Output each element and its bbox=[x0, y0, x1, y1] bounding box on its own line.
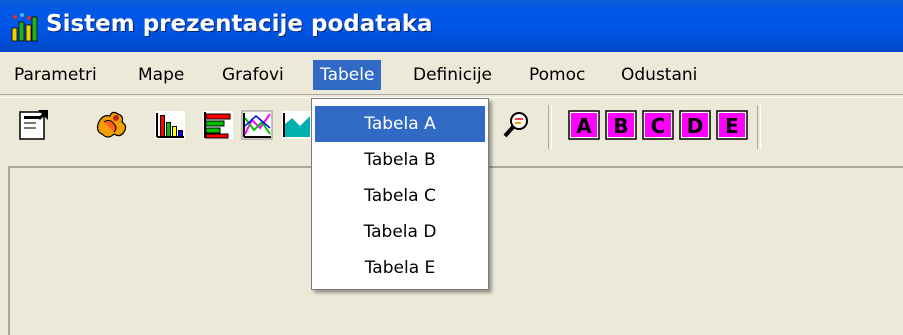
toolbar-divider bbox=[548, 105, 552, 149]
menu-item-tabela-b[interactable]: Tabela B bbox=[315, 142, 485, 178]
table-d-icon: D bbox=[679, 110, 711, 140]
table-e-icon: E bbox=[716, 110, 748, 140]
svg-text:D: D bbox=[687, 114, 704, 138]
table-c-button[interactable]: C bbox=[639, 106, 677, 144]
puzzle-icon bbox=[96, 111, 127, 138]
magnifier-icon bbox=[503, 112, 528, 138]
menu-grafovi[interactable]: Grafovi bbox=[215, 60, 291, 90]
menu-item-tabela-d[interactable]: Tabela D bbox=[315, 214, 485, 250]
table-b-button[interactable]: B bbox=[602, 106, 640, 144]
bar-chart-app-icon bbox=[11, 13, 38, 42]
menu-item-tabela-e[interactable]: Tabela E bbox=[315, 250, 485, 286]
svg-text:B: B bbox=[613, 114, 628, 138]
svg-text:E: E bbox=[725, 114, 739, 138]
magnifier-button[interactable] bbox=[499, 106, 537, 144]
toolbar-divider bbox=[757, 105, 761, 149]
line-chart-icon bbox=[241, 110, 273, 140]
bar-chart-icon bbox=[155, 111, 185, 139]
puzzle-button[interactable] bbox=[92, 106, 130, 144]
horizontal-bar-chart-icon bbox=[203, 111, 233, 139]
svg-text:A: A bbox=[576, 114, 592, 138]
menu-mape[interactable]: Mape bbox=[131, 60, 191, 90]
properties-button[interactable] bbox=[16, 106, 54, 144]
tabele-dropdown-menu: Tabela A Tabela B Tabela C Tabela D Tabe… bbox=[311, 98, 489, 290]
menu-definicije[interactable]: Definicije bbox=[406, 60, 499, 90]
title-bar[interactable]: Sistem prezentacije podataka bbox=[0, 0, 903, 52]
menu-item-tabela-a[interactable]: Tabela A bbox=[315, 106, 485, 142]
menu-odustani[interactable]: Odustani bbox=[614, 60, 704, 90]
table-a-button[interactable]: A bbox=[565, 106, 603, 144]
menu-parametri[interactable]: Parametri bbox=[7, 60, 104, 90]
table-c-icon: C bbox=[642, 110, 674, 140]
line-chart-button[interactable] bbox=[238, 106, 276, 144]
bar-chart-button[interactable] bbox=[151, 106, 189, 144]
menu-item-tabela-c[interactable]: Tabela C bbox=[315, 178, 485, 214]
table-d-button[interactable]: D bbox=[676, 106, 714, 144]
menu-pomoc[interactable]: Pomoc bbox=[522, 60, 592, 90]
window-title: Sistem prezentacije podataka bbox=[46, 11, 433, 37]
menu-bar: Parametri Mape Grafovi Tabele Definicije… bbox=[0, 58, 903, 94]
menu-tabele[interactable]: Tabele bbox=[313, 60, 382, 90]
svg-text:C: C bbox=[651, 114, 666, 138]
horizontal-bar-chart-button[interactable] bbox=[199, 106, 237, 144]
properties-icon bbox=[19, 110, 48, 140]
table-a-icon: A bbox=[568, 110, 600, 140]
table-e-button[interactable]: E bbox=[713, 106, 751, 144]
table-b-icon: B bbox=[605, 110, 637, 140]
